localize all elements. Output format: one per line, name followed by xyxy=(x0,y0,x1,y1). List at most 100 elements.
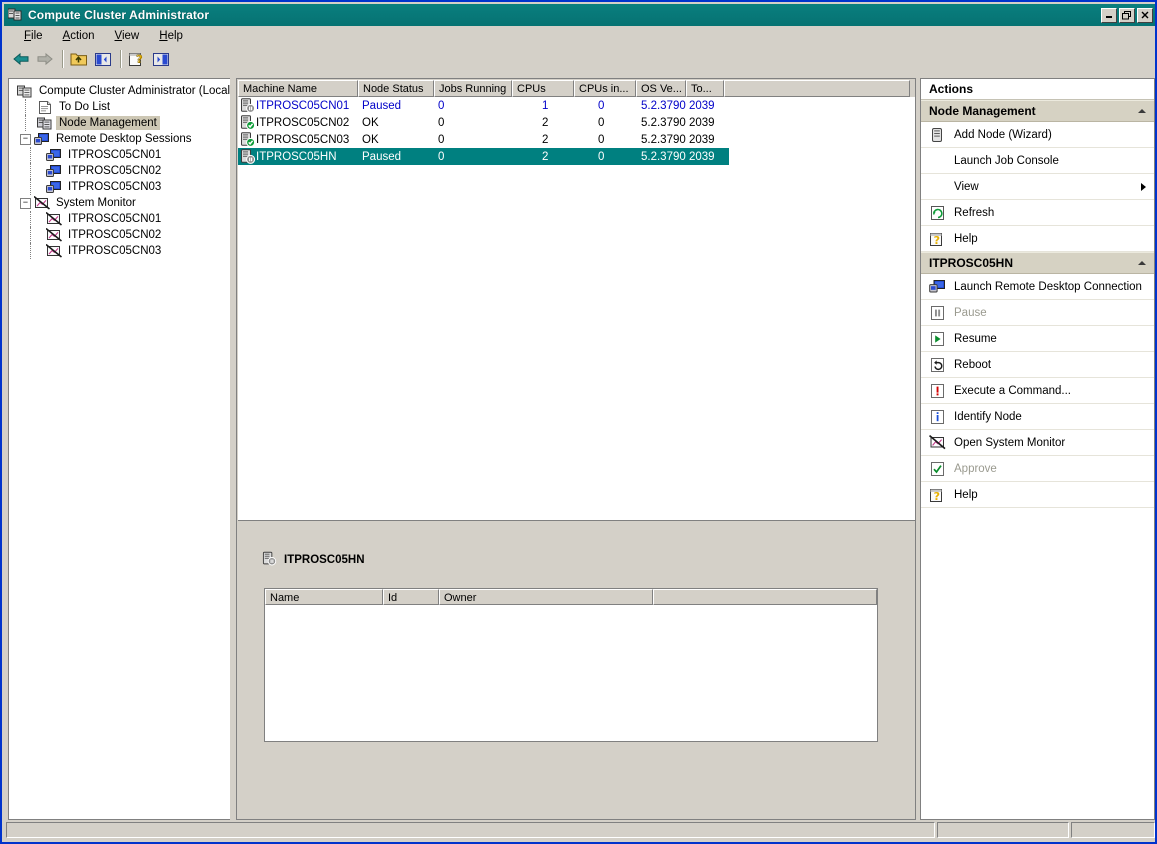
remote-desktop-icon xyxy=(46,148,62,163)
column-header-jobs-running[interactable]: Jobs Running xyxy=(434,80,512,97)
menu-view[interactable]: View xyxy=(105,28,150,44)
window-controls xyxy=(1101,7,1155,23)
tree-item-rdp-ITPROSC05CN02[interactable]: ITPROSC05CN02 xyxy=(13,163,228,179)
console-tree: Compute Cluster Administrator (Local) To… xyxy=(9,79,230,259)
action-label: Approve xyxy=(954,462,997,475)
toolbar: ? ? xyxy=(4,46,1155,72)
action-help-node[interactable]: ? Help xyxy=(921,482,1154,508)
chevron-up-icon[interactable] xyxy=(1138,261,1146,265)
add-node-icon xyxy=(929,127,946,143)
tree-item-rdp-ITPROSC05CN03[interactable]: ITPROSC05CN03 xyxy=(13,179,228,195)
column-header-owner[interactable]: Owner xyxy=(439,589,653,605)
tree-item-node-management[interactable]: Node Management xyxy=(13,115,228,131)
cell-jobs-running: 0 xyxy=(438,150,445,163)
svg-text:?: ? xyxy=(934,490,940,503)
action-identify-node[interactable]: Identify Node xyxy=(921,404,1154,430)
cell-machine-name: ITPROSC05HN xyxy=(256,150,337,163)
tree-expander[interactable]: − xyxy=(20,133,31,145)
cell-machine-name: ITPROSC05CN03 xyxy=(256,133,350,146)
table-row[interactable]: ITPROSC05HN Paused 0 2 0 5.2.3790 2039 xyxy=(238,148,729,165)
tree-item-sysmon-ITPROSC05CN02[interactable]: ITPROSC05CN02 xyxy=(13,227,228,243)
system-monitor-icon xyxy=(45,227,63,243)
column-header-cpus-in-use[interactable]: CPUs in... xyxy=(574,80,636,97)
cell-total: 2039 xyxy=(689,116,715,129)
console-tree-pane[interactable]: Compute Cluster Administrator (Local) To… xyxy=(8,78,230,820)
tree-item-label: ITPROSC05CN03 xyxy=(68,245,162,257)
action-launch-job-console[interactable]: Launch Job Console xyxy=(921,148,1154,174)
help-icon: ? xyxy=(929,231,946,247)
up-one-level-button[interactable] xyxy=(68,49,90,70)
cluster-icon xyxy=(17,84,33,99)
help-icon: ? xyxy=(929,487,946,503)
node-list-header: Machine Name Node Status Jobs Running CP… xyxy=(238,80,915,97)
title-bar: Compute Cluster Administrator xyxy=(4,4,1155,26)
node-management-icon xyxy=(37,116,53,131)
tree-item-rdp-ITPROSC05CN01[interactable]: ITPROSC05CN01 xyxy=(13,147,228,163)
close-button[interactable] xyxy=(1137,7,1153,23)
tree-item-to-do-list[interactable]: To Do List xyxy=(13,99,228,115)
action-launch-remote-desktop-connection[interactable]: Launch Remote Desktop Connection xyxy=(921,274,1154,300)
action-view[interactable]: View xyxy=(921,174,1154,200)
menu-file[interactable]: File xyxy=(14,28,53,44)
menu-help[interactable]: Help xyxy=(149,28,193,44)
table-row[interactable]: ITPROSC05CN03 OK 0 2 0 5.2.3790 2039 xyxy=(238,131,915,148)
column-header-node-status[interactable]: Node Status xyxy=(358,80,434,97)
results-pane: Machine Name Node Status Jobs Running CP… xyxy=(236,78,916,820)
action-add-node-wizard[interactable]: Add Node (Wizard) xyxy=(921,122,1154,148)
back-button[interactable] xyxy=(10,49,32,70)
action-refresh[interactable]: Refresh xyxy=(921,200,1154,226)
table-row[interactable]: ITPROSC05CN01 Paused 0 1 0 5.2.3790 2039 xyxy=(238,97,915,114)
action-label: Refresh xyxy=(954,206,995,219)
server-paused-icon xyxy=(239,98,256,113)
action-help-node-management[interactable]: ? Help xyxy=(921,226,1154,252)
tree-item-label: ITPROSC05CN02 xyxy=(68,165,162,177)
column-header-total[interactable]: To... xyxy=(686,80,724,97)
help-button[interactable]: ? ? xyxy=(126,49,148,70)
tree-item-remote-desktop-sessions[interactable]: − Remote Desktop Sessions xyxy=(13,131,228,147)
chevron-up-icon[interactable] xyxy=(1138,109,1146,113)
show-hide-action-pane-button[interactable] xyxy=(150,49,172,70)
column-header-id[interactable]: Id xyxy=(383,589,439,605)
column-header-name[interactable]: Name xyxy=(265,589,383,605)
tree-expander[interactable]: − xyxy=(20,197,31,209)
cell-os-version: 5.2.3790 xyxy=(641,99,686,112)
cell-node-status: OK xyxy=(362,116,379,129)
refresh-icon xyxy=(929,205,946,221)
detail-list-view[interactable]: Name Id Owner xyxy=(264,588,878,742)
tree-item-system-monitor[interactable]: − System Monitor xyxy=(13,195,228,211)
cell-os-version: 5.2.3790 xyxy=(641,150,686,163)
toolbar-separator xyxy=(62,50,64,68)
actions-group-header-node-management[interactable]: Node Management xyxy=(921,100,1154,122)
action-open-system-monitor[interactable]: Open System Monitor xyxy=(921,430,1154,456)
server-paused-icon xyxy=(262,551,277,569)
column-header-blank[interactable] xyxy=(653,589,877,605)
server-ok-icon xyxy=(239,115,256,130)
action-label: Open System Monitor xyxy=(954,436,1066,449)
cell-total: 2039 xyxy=(689,99,715,112)
action-execute-a-command[interactable]: Execute a Command... xyxy=(921,378,1154,404)
actions-group-header-node[interactable]: ITPROSC05HN xyxy=(921,252,1154,274)
column-header-blank[interactable] xyxy=(724,80,910,97)
node-list-view[interactable]: Machine Name Node Status Jobs Running CP… xyxy=(238,80,915,521)
system-monitor-icon xyxy=(928,434,946,451)
tree-item-root[interactable]: Compute Cluster Administrator (Local) xyxy=(13,83,230,99)
show-hide-tree-button[interactable] xyxy=(92,49,114,70)
column-header-cpus[interactable]: CPUs xyxy=(512,80,574,97)
action-label: Pause xyxy=(954,306,987,319)
menu-action[interactable]: Action xyxy=(53,28,105,44)
svg-text:?: ? xyxy=(136,52,142,65)
cell-node-status: Paused xyxy=(362,99,402,112)
column-header-machine-name[interactable]: Machine Name xyxy=(238,80,358,97)
minimize-button[interactable] xyxy=(1101,7,1117,23)
remote-desktop-icon xyxy=(46,180,62,195)
tree-item-sysmon-ITPROSC05CN01[interactable]: ITPROSC05CN01 xyxy=(13,211,228,227)
table-row[interactable]: ITPROSC05CN02 OK 0 2 0 5.2.3790 2039 xyxy=(238,114,915,131)
approve-icon xyxy=(929,461,946,477)
column-header-os-version[interactable]: OS Ve... xyxy=(636,80,686,97)
action-resume[interactable]: Resume xyxy=(921,326,1154,352)
tree-item-sysmon-ITPROSC05CN03[interactable]: ITPROSC05CN03 xyxy=(13,243,228,259)
restore-button[interactable] xyxy=(1119,7,1135,23)
action-reboot[interactable]: Reboot xyxy=(921,352,1154,378)
status-panel-two xyxy=(937,822,1069,838)
forward-button xyxy=(34,49,56,70)
